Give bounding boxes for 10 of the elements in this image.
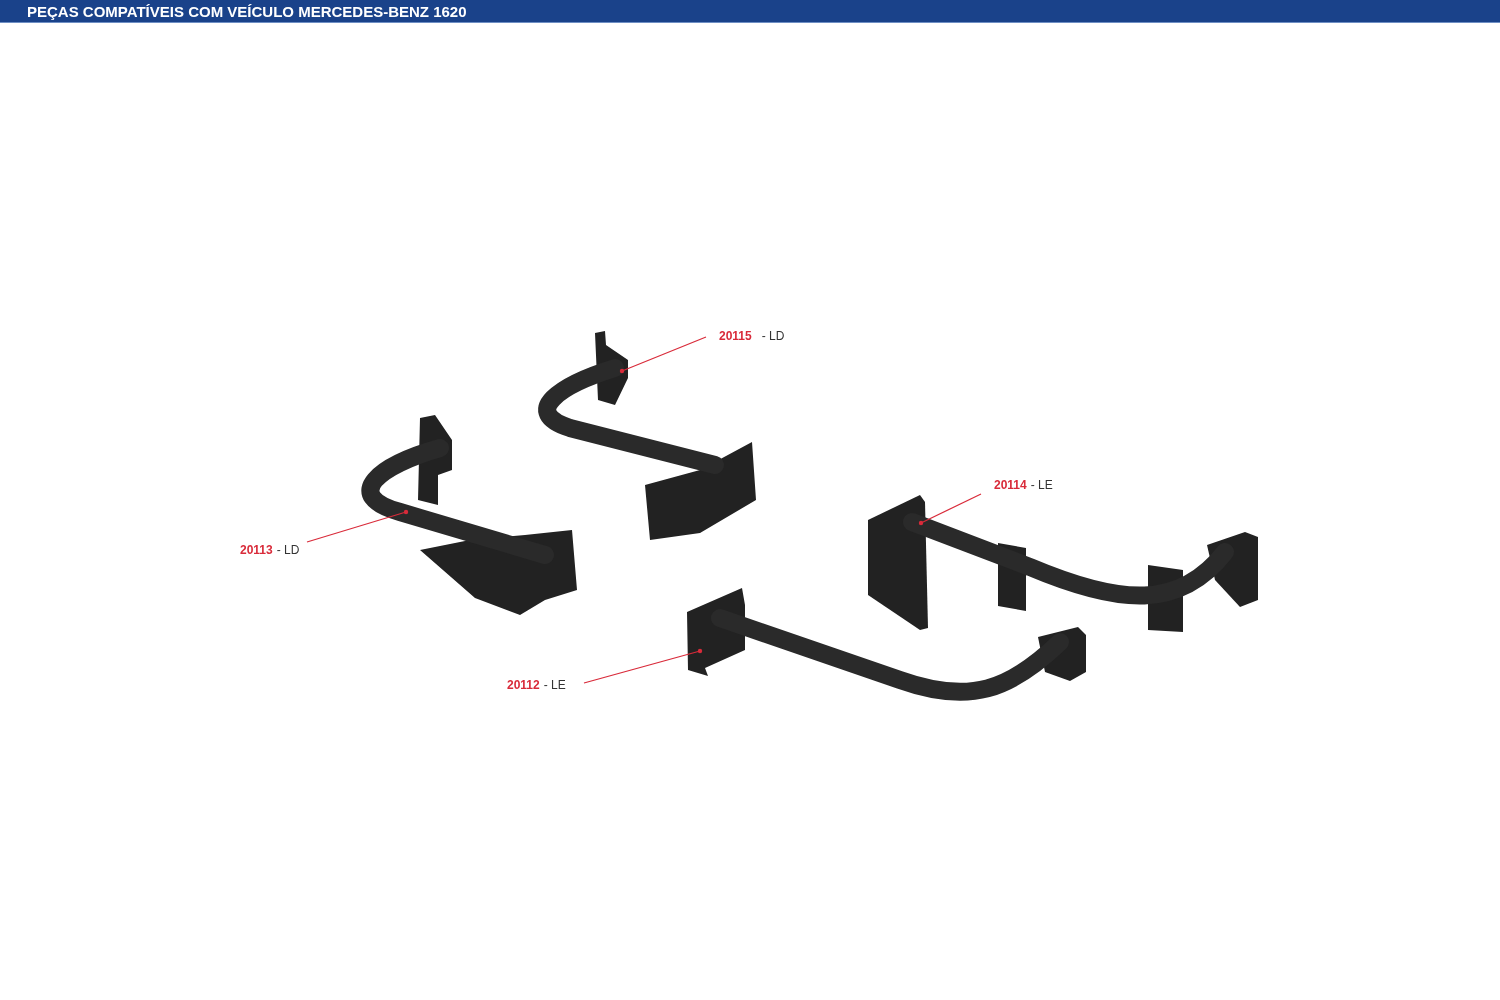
leader-line	[918, 493, 982, 526]
part-number: 20114	[994, 478, 1027, 492]
side-label: - LE	[543, 678, 566, 692]
page-title: PEÇAS COMPATÍVEIS COM VEÍCULO MERCEDES-BENZ 1620	[27, 2, 467, 20]
side-label: - LD	[276, 543, 300, 557]
part-number: 20113	[240, 543, 273, 557]
part-number: 20112	[507, 678, 540, 692]
part-number: 20115	[719, 329, 752, 343]
side-label: - LE	[1030, 478, 1053, 492]
side-label: - LD	[761, 329, 785, 343]
